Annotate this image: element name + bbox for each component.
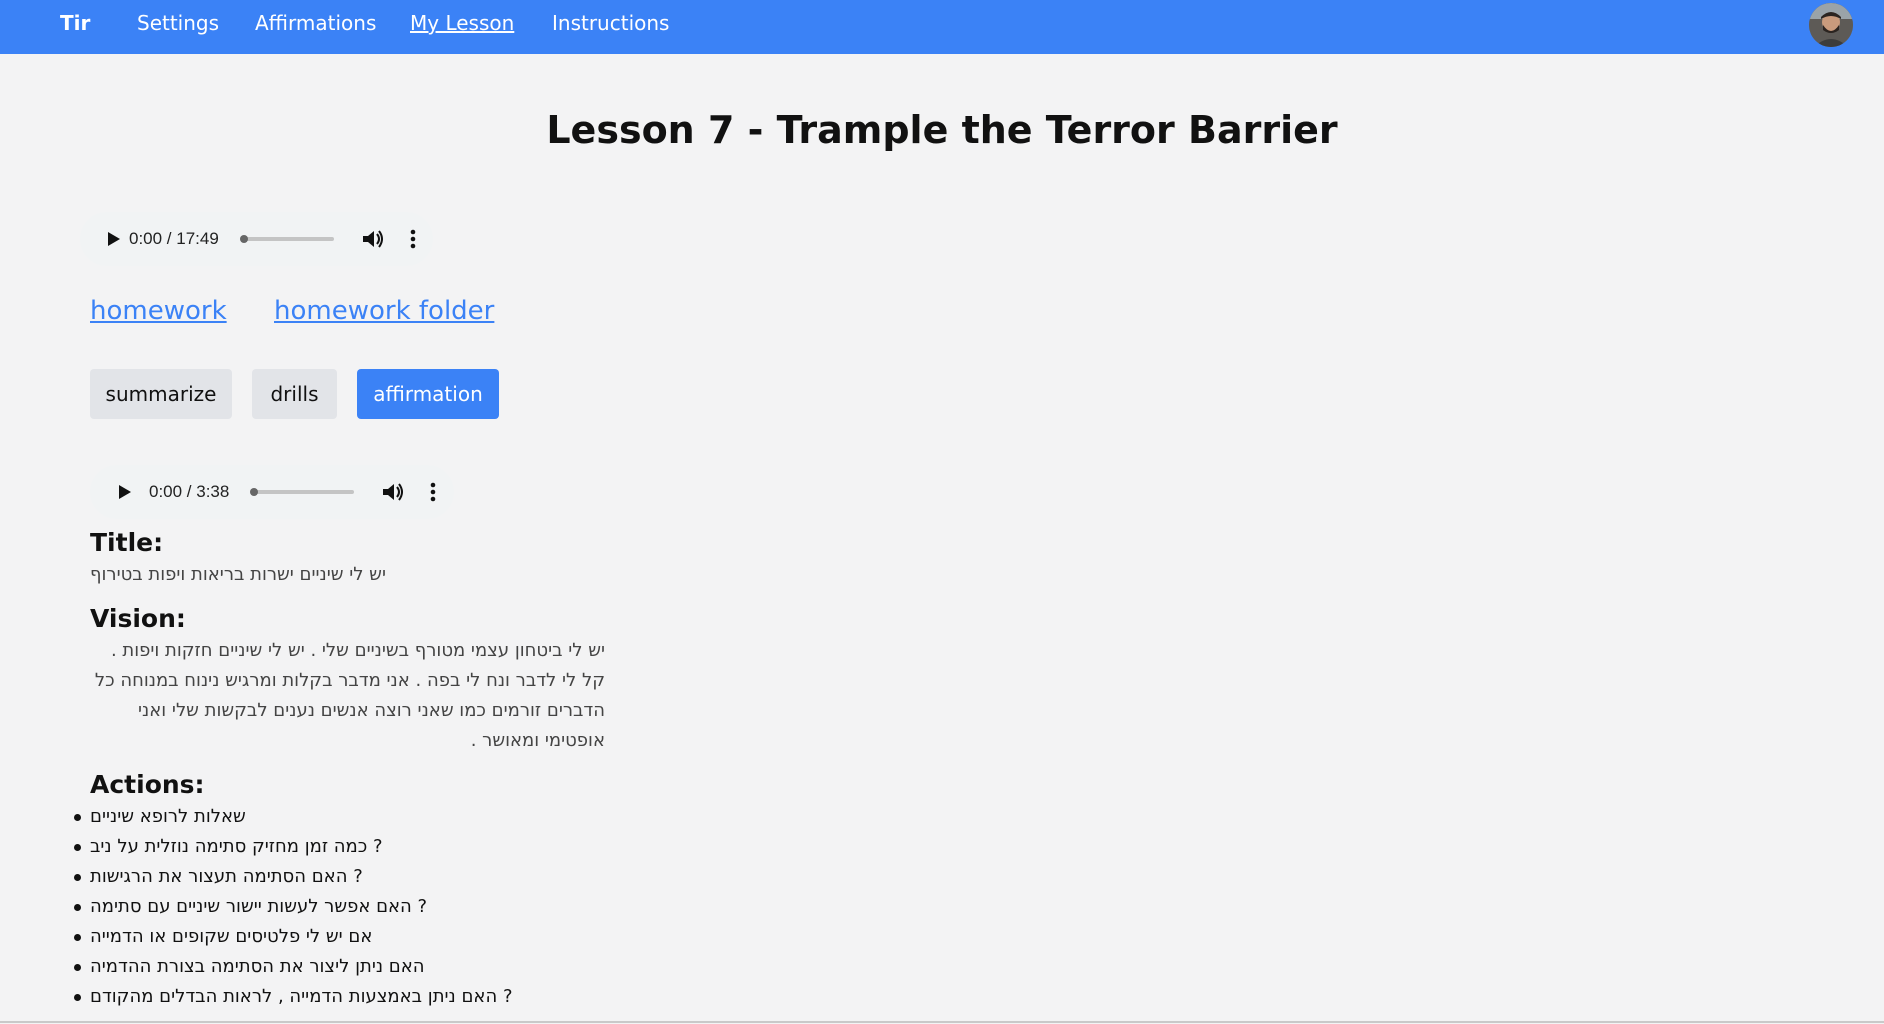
lesson-audio-player: 0:00 / 17:49 (80, 212, 433, 266)
list-item: האם ניתן באמצעות הדמייה , לראות הבדלים מ… (74, 982, 710, 1012)
nav-my-lesson[interactable]: My Lesson (410, 11, 514, 35)
list-item: האם אפשר לעשות יישור שיניים עם סתימה ? (74, 892, 710, 922)
user-avatar[interactable] (1809, 3, 1853, 47)
audio-time: 0:00 / 17:49 (129, 229, 219, 248)
list-item: אם יש לי פלטיסים שקופים או הדמייה (74, 922, 710, 952)
divider (0, 1021, 1884, 1023)
audio-progress-knob[interactable] (240, 235, 248, 243)
homework-folder-link[interactable]: homework folder (274, 296, 494, 326)
audio-progress-bar[interactable] (250, 488, 354, 496)
actions-heading: Actions: (90, 770, 205, 799)
list-item: כמה זמן מחזיק סתימה נוזלית על ניב ? (74, 832, 710, 862)
homework-link[interactable]: homework (90, 296, 227, 326)
nav-instructions[interactable]: Instructions (552, 11, 669, 35)
page-title: Lesson 7 - Trample the Terror Barrier (546, 108, 1338, 152)
summarize-button[interactable]: summarize (90, 369, 232, 419)
more-options-icon[interactable] (419, 478, 447, 506)
volume-icon[interactable] (379, 478, 407, 506)
volume-icon[interactable] (359, 225, 387, 253)
audio-progress-knob[interactable] (250, 488, 258, 496)
list-item: האם ניתן ליצור את הסתימה בצורת ההדמיה (74, 952, 710, 982)
nav-affirmations[interactable]: Affirmations (255, 11, 376, 35)
affirmation-content: Title: יש לי שיניים ישרות בריאות ויפות ב… (74, 526, 710, 1012)
actions-list: שאלות לרופא שיניים כמה זמן מחזיק סתימה נ… (74, 802, 710, 1012)
nav-settings[interactable]: Settings (137, 11, 219, 35)
list-item: שאלות לרופא שיניים (74, 802, 710, 832)
audio-progress-bar[interactable] (240, 235, 334, 243)
audio-time: 0:00 / 3:38 (149, 482, 230, 501)
vision-text: יש לי ביטחון עצמי מטורף בשיניים שלי . יש… (94, 640, 605, 751)
title-text: יש לי שיניים ישרות בריאות ויפות בטירוף (90, 564, 386, 585)
vision-heading: Vision: (90, 604, 186, 633)
drills-button[interactable]: drills (252, 369, 337, 419)
title-heading: Title: (90, 528, 164, 557)
brand-logo[interactable]: Tir (60, 11, 90, 35)
more-options-icon[interactable] (399, 225, 427, 253)
list-item: האם הסתימה תעצור את הרגישות ? (74, 862, 710, 892)
top-navbar: Tir Settings Affirmations My Lesson Inst… (0, 0, 1884, 54)
affirmation-button[interactable]: affirmation (357, 369, 499, 419)
affirmation-audio-player: 0:00 / 3:38 (90, 465, 454, 519)
